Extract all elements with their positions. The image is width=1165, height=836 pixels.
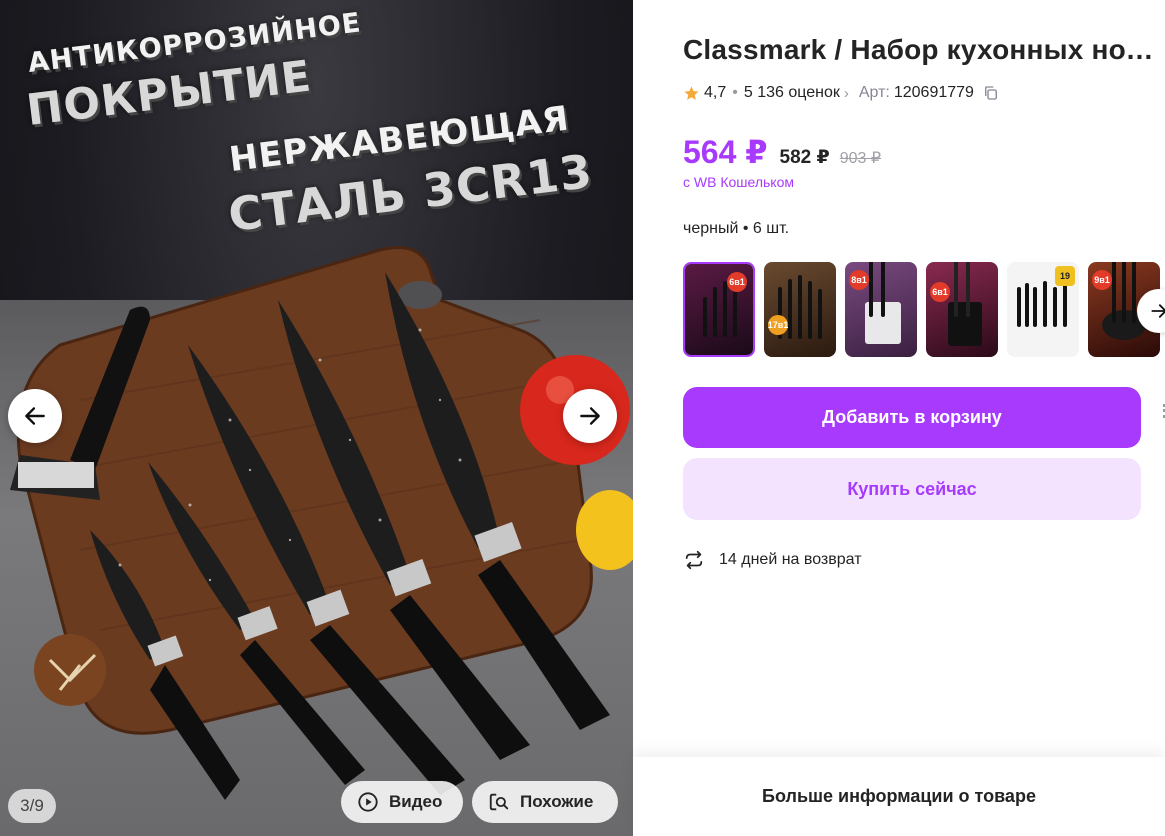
thumbnail-badge: 6в1 xyxy=(727,272,747,292)
arrow-right-icon xyxy=(1151,304,1165,318)
add-to-cart-button[interactable]: Добавить в корзину xyxy=(683,387,1141,448)
variant-thumbnails: 6в1 17в1 8в1 6в1 19 9в1 xyxy=(683,262,1165,358)
article-label: Арт: xyxy=(858,84,890,101)
copy-icon[interactable] xyxy=(982,84,1000,102)
chevron-right-icon: › xyxy=(843,84,849,102)
product-info-panel: Classmark / Набор кухонных ножей 4,7 • 5… xyxy=(633,0,1165,836)
rating-value: 4,7 xyxy=(704,84,727,101)
similar-button[interactable]: Похожие xyxy=(472,781,618,823)
variant-label: черный • 6 шт. xyxy=(683,220,790,237)
star-icon xyxy=(684,85,699,100)
gallery-prev-button[interactable] xyxy=(8,389,62,443)
gallery-counter: 3/9 xyxy=(8,789,56,823)
variant-thumbnail-2[interactable]: 17в1 xyxy=(764,262,836,357)
price-row: 564 ₽ 582 ₽ 903 ₽ xyxy=(683,133,881,171)
product-gallery: АНТИКОРРОЗИЙНОЕ ПОКРЫТИЕ НЕРЖАВЕЮЩАЯ СТА… xyxy=(0,0,633,836)
play-icon xyxy=(358,792,378,812)
thumbnail-badge: 17в1 xyxy=(768,315,788,335)
thumbnail-badge: 8в1 xyxy=(849,270,869,290)
return-arrows-icon xyxy=(685,550,703,570)
mushroom-illustration xyxy=(34,634,106,706)
arrow-right-icon xyxy=(580,407,600,425)
return-policy: 14 дней на возврат xyxy=(683,549,862,571)
buy-now-button[interactable]: Купить сейчас xyxy=(683,458,1141,520)
video-button[interactable]: Видео xyxy=(341,781,463,823)
product-title: Classmark / Набор кухонных ножей xyxy=(683,34,1165,65)
price-old: 903 ₽ xyxy=(839,150,882,167)
thumbnail-badge: 9в1 xyxy=(1092,270,1112,290)
thumbnail-badge: 6в1 xyxy=(930,282,950,302)
return-policy-label: 14 дней на возврат xyxy=(719,551,862,568)
product-meta-row: 4,7 • 5 136 оценок › Арт: 120691779 xyxy=(683,84,1000,102)
variant-thumbnail-1[interactable]: 6в1 xyxy=(683,262,755,357)
more-info-button[interactable]: Больше информации о товаре xyxy=(633,757,1165,836)
reviews-link[interactable]: 5 136 оценок xyxy=(744,84,840,102)
variant-thumbnail-5[interactable]: 19 xyxy=(1007,262,1079,357)
arrow-left-icon xyxy=(25,407,45,425)
thumbnail-badge: 19 xyxy=(1055,266,1075,286)
price-wallet: 564 ₽ xyxy=(683,134,768,170)
variant-thumbnail-3[interactable]: 8в1 xyxy=(845,262,917,357)
variant-thumbnail-4[interactable]: 6в1 xyxy=(926,262,998,357)
wallet-note: с WB Кошельком xyxy=(683,174,794,190)
similar-button-label: Похожие xyxy=(520,792,594,811)
video-button-label: Видео xyxy=(389,792,443,811)
price-current: 582 ₽ xyxy=(779,147,830,168)
meta-separator-dot: • xyxy=(732,84,738,101)
search-similar-icon xyxy=(489,793,509,811)
article-value: 120691779 xyxy=(893,84,974,101)
gallery-next-button[interactable] xyxy=(563,389,617,443)
